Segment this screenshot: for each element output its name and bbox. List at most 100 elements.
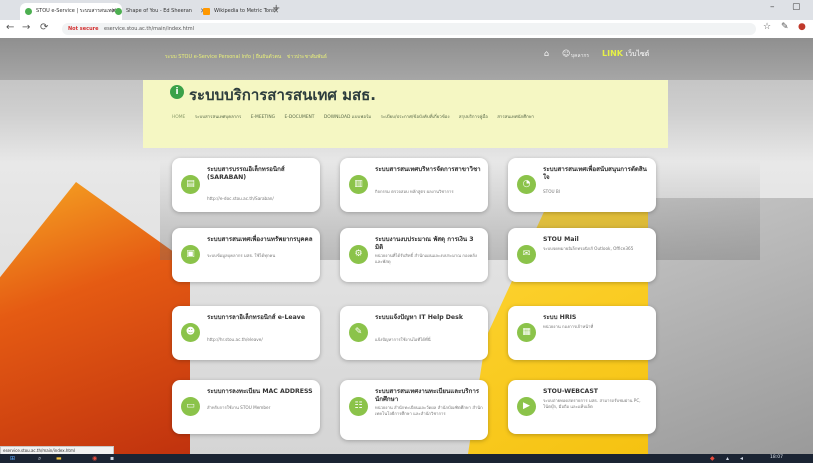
- service-card-webcast[interactable]: ▶ STOU-WEBCAST ระบบถ่ายทอดสดรายการ มสธ. …: [508, 380, 656, 434]
- tab-title: Shape of You - Ed Sheeran: [126, 8, 192, 14]
- service-card-academic[interactable]: ▥ ระบบสารสนเทศบริหารจัดการสาขาวิชา กิจกร…: [340, 158, 488, 212]
- notice-link[interactable]: ระบบ STOU e-Service Personal Info | ยืนย…: [165, 53, 281, 61]
- browser-tab-bar: STOU e-Service | ระบบสารสนเทศ ✕ Shape of…: [0, 0, 813, 20]
- user-icon[interactable]: ☺: [562, 49, 570, 58]
- star-icon[interactable]: ☆: [763, 22, 771, 32]
- card-subtitle: ระบบจดหมายอิเล็กทรอนิกส์ Outlook, Office…: [543, 246, 634, 251]
- card-title: STOU-WEBCAST: [543, 388, 599, 395]
- notice-link[interactable]: ข่าวประชาสัมพันธ์: [287, 53, 327, 61]
- card-subtitle: สำหรับการใช้งาน STOU Member: [207, 405, 271, 410]
- menu-item-students[interactable]: สารสนเทศนักศึกษา: [497, 115, 534, 120]
- user-group-icon: ☻: [181, 323, 200, 342]
- menu-item-edocument[interactable]: E-DOCUMENT: [284, 115, 314, 120]
- service-card-mail[interactable]: ✉ STOU Mail ระบบจดหมายอิเล็กทรอนิกส์ Out…: [508, 228, 656, 282]
- tab-favicon-icon: [203, 8, 210, 15]
- menu-item-download[interactable]: DOWNLOAD แบบฟอร์ม: [324, 115, 371, 120]
- card-subtitle: http://e-doc.stou.ac.th/Saraban/: [207, 196, 274, 201]
- service-card-budget[interactable]: ⚙ ระบบงานงบประมาณ พัสดุ การเงิน 3 มิติ ห…: [340, 228, 488, 282]
- chrome-icon[interactable]: ◉: [92, 455, 97, 462]
- minimize-icon[interactable]: –: [770, 2, 775, 12]
- tab-favicon-icon: [115, 8, 122, 15]
- maximize-icon[interactable]: ▢: [792, 2, 801, 12]
- students-icon: ☷: [349, 397, 368, 416]
- play-icon: ▶: [517, 397, 536, 416]
- card-subtitle: หน่วยงานที่ได้รับสิทธิ์ สำนักแผนและงบประ…: [375, 253, 477, 264]
- menu-item-manuals[interactable]: สรุปบริการคู่มือ: [459, 115, 488, 120]
- card-subtitle: หน่วยงาน สำนักทะเบียนและวัดผล สำนักบัณฑิ…: [375, 405, 483, 416]
- wrench-icon: ✎: [349, 323, 368, 342]
- card-title: ระบบสารสนเทศงานทะเบียนและบริการนักศึกษา: [375, 388, 480, 403]
- card-title: ระบบการลงทะเบียน MAC ADDRESS: [207, 388, 313, 395]
- service-card-eleave[interactable]: ☻ ระบบการลาอิเล็กทรอนิกส์ e-Leave http:/…: [172, 306, 320, 360]
- pie-chart-icon: ◔: [517, 175, 536, 194]
- card-subtitle: http://hr.stou.ac.th/eleave/: [207, 337, 263, 342]
- card-title: ระบบสารสนเทศเพื่องานทรัพยากรบุคคล: [207, 236, 313, 243]
- card-title: ระบบสารสนเทศเพื่อสนับสนุนการตัดสินใจ: [543, 166, 647, 181]
- service-card-helpdesk[interactable]: ✎ ระบบแจ้งปัญหา IT Help Desk แจ้งปัญหากา…: [340, 306, 488, 360]
- service-card-bi[interactable]: ◔ ระบบสารสนเทศเพื่อสนับสนุนการตัดสินใจ S…: [508, 158, 656, 212]
- file-explorer-icon[interactable]: ▬: [56, 455, 62, 462]
- gears-icon: ⚙: [349, 245, 368, 264]
- tray-app-icon[interactable]: ◆: [710, 455, 715, 462]
- link-label: LINK: [602, 49, 623, 58]
- link-menu[interactable]: LINK เว็บไซต์: [602, 49, 649, 60]
- tab-favicon-icon: [25, 8, 32, 15]
- url-field[interactable]: Not secure eservice.stou.ac.th/main/inde…: [62, 23, 756, 35]
- laptop-icon: ▭: [181, 397, 200, 416]
- service-card-hris[interactable]: ▦ ระบบ HRIS หน่วยงาน กองการเจ้าหน้าที่: [508, 306, 656, 360]
- menu-item-regulations[interactable]: ระเบียบ/ประกาศ/ข้อบังคับที่เกี่ยวข้อง: [381, 115, 450, 120]
- home-icon[interactable]: ⌂: [544, 49, 549, 58]
- card-subtitle: STOU BI: [543, 189, 561, 194]
- service-card-mac[interactable]: ▭ ระบบการลงทะเบียน MAC ADDRESS สำหรับการ…: [172, 380, 320, 434]
- profile-icon[interactable]: ●: [798, 22, 806, 32]
- bar-chart-icon: ▥: [349, 175, 368, 194]
- os-taskbar: ⊞ ⌕ ▬ ◉ ▪ ◆ ▴ ◂ 18:07: [0, 454, 813, 463]
- service-card-registration[interactable]: ☷ ระบบสารสนเทศงานทะเบียนและบริการนักศึกษ…: [340, 380, 488, 440]
- search-icon[interactable]: ⌕: [38, 455, 41, 463]
- card-title: ระบบสารสนเทศบริหารจัดการสาขาวิชา: [375, 166, 481, 173]
- network-icon[interactable]: ▴: [726, 455, 729, 462]
- address-bar: ← → ⟳ Not secure eservice.stou.ac.th/mai…: [0, 20, 813, 39]
- card-subtitle: กิจกรรม ตรวจสอบ หลักสูตร ผลงานวิชาการ: [375, 189, 454, 194]
- windows-icon[interactable]: ⊞: [10, 455, 15, 462]
- url-text: eservice.stou.ac.th/main/index.html: [104, 26, 195, 32]
- menu-item-emeeting[interactable]: E-MEETING: [251, 115, 275, 120]
- user-label[interactable]: บุคลากร: [571, 52, 589, 60]
- card-title: ระบบ HRIS: [543, 314, 577, 321]
- extensions-icon[interactable]: ✎: [781, 22, 789, 32]
- not-secure-label[interactable]: Not secure: [68, 23, 99, 35]
- site-top-strip: ระบบ STOU e-Service Personal Info | ยืนย…: [0, 38, 813, 80]
- id-card-icon: ▣: [181, 245, 200, 264]
- files-icon[interactable]: ▪: [110, 455, 114, 462]
- web-page: ระบบ STOU e-Service Personal Info | ยืนย…: [0, 38, 813, 454]
- reload-icon[interactable]: ⟳: [40, 22, 48, 33]
- site-title[interactable]: ระบบบริการสารสนเทศ มสธ.: [189, 83, 376, 107]
- back-icon[interactable]: ←: [6, 22, 14, 33]
- card-title: STOU Mail: [543, 236, 579, 243]
- menu-item-personnel[interactable]: ระบบสารสนเทศบุคลากร: [195, 115, 242, 120]
- card-subtitle: ระบบถ่ายทอดสดรายการ มสธ. สามารถรับชมผ่าน…: [543, 398, 641, 409]
- card-subtitle: หน่วยงาน กองการเจ้าหน้าที่: [543, 324, 594, 329]
- card-title: ระบบการลาอิเล็กทรอนิกส์ e-Leave: [207, 314, 306, 321]
- main-menu: HOME ระบบสารสนเทศบุคลากร E-MEETING E-DOC…: [172, 113, 542, 120]
- tab-title: STOU e-Service | ระบบสารสนเทศ: [36, 8, 115, 14]
- browser-tab[interactable]: STOU e-Service | ระบบสารสนเทศ ✕: [20, 3, 122, 20]
- card-title: ระบบสารบรรณอิเล็กทรอนิกส์ (SARABAN): [207, 166, 285, 181]
- tab-title: Wikipedia to Metric Tons: [214, 8, 275, 14]
- document-icon: ▤: [181, 175, 200, 194]
- forward-icon[interactable]: →: [22, 22, 30, 33]
- service-card-hr[interactable]: ▣ ระบบสารสนเทศเพื่องานทรัพยากรบุคคล ระบบ…: [172, 228, 320, 282]
- card-subtitle: แจ้งปัญหาการใช้งานไอทีได้ที่นี่: [375, 337, 431, 342]
- volume-icon[interactable]: ◂: [740, 455, 743, 462]
- card-subtitle: ระบบข้อมูลบุคลากร มสธ. ใช้ได้ทุกคน: [207, 253, 276, 258]
- link-sub-label: เว็บไซต์: [625, 50, 650, 58]
- plus-icon[interactable]: +: [272, 3, 280, 14]
- taskbar-clock[interactable]: 18:07: [770, 455, 783, 460]
- service-card-saraban[interactable]: ▤ ระบบสารบรรณอิเล็กทรอนิกส์ (SARABAN) ht…: [172, 158, 320, 212]
- browser-tab[interactable]: Shape of You - Ed Sheeran ✕: [110, 3, 211, 20]
- card-title: ระบบแจ้งปัญหา IT Help Desk: [375, 314, 463, 321]
- mail-icon: ✉: [517, 245, 536, 264]
- info-icon: i: [170, 85, 184, 99]
- menu-item-home[interactable]: HOME: [172, 115, 185, 120]
- clipboard-icon: ▦: [517, 323, 536, 342]
